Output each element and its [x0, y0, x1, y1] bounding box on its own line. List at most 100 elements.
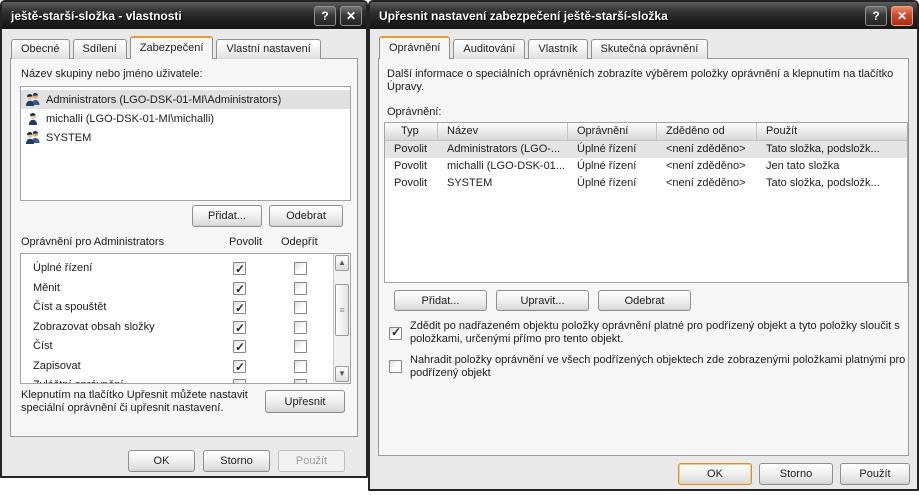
user-entry-label: Administrators (LGO-DSK-01-MI\Administra…: [46, 93, 282, 106]
remove-user-button[interactable]: Odebrat: [269, 205, 343, 227]
apply-button[interactable]: Použít: [840, 463, 910, 485]
cell-nazev: SYSTEM: [447, 177, 493, 189]
ok-button[interactable]: OK: [128, 450, 195, 472]
advanced-title: Upřesnit nastavení zabezpečení ještě-sta…: [379, 8, 668, 23]
deny-checkbox[interactable]: [294, 262, 307, 275]
permissions-list[interactable]: Úplné řízení Měnit Číst a spouštět Zobra…: [20, 253, 351, 384]
table-row[interactable]: Povolit Administrators (LGO-... Úplné ří…: [385, 141, 907, 158]
permissions-scrollbar[interactable]: ▲ ≡ ▼: [333, 254, 350, 383]
deny-checkbox[interactable]: [294, 301, 307, 314]
cancel-button[interactable]: Storno: [759, 463, 833, 485]
allow-checkbox[interactable]: [233, 338, 246, 358]
tab-opravneni[interactable]: Oprávnění: [379, 36, 451, 59]
tab-skutecna-opravneni[interactable]: Skutečná oprávnění: [590, 39, 709, 59]
replace-checkbox[interactable]: [389, 360, 402, 373]
advanced-tabstrip: Oprávnění Auditování Vlastník Skutečná o…: [379, 36, 709, 59]
group-icon: [26, 93, 40, 106]
allow-checkbox[interactable]: [233, 260, 246, 280]
tab-vlastnik[interactable]: Vlastník: [528, 39, 588, 59]
add-user-button[interactable]: Přidat...: [192, 205, 262, 227]
cell-typ: Povolit: [394, 160, 428, 172]
ok-button[interactable]: OK: [678, 463, 752, 485]
list-item[interactable]: michalli (LGO-DSK-01-MI\michalli): [21, 109, 350, 128]
permission-name: Zvláštní oprávnění: [33, 376, 124, 383]
permission-name: Měnit: [33, 281, 60, 294]
scroll-down-icon[interactable]: ▼: [335, 366, 349, 382]
apply-button: Použít: [278, 450, 345, 472]
allow-checkbox[interactable]: [233, 299, 246, 319]
close-icon[interactable]: ✕: [891, 5, 913, 26]
allow-checkbox[interactable]: [233, 319, 246, 338]
cancel-button[interactable]: Storno: [203, 450, 270, 472]
permission-name: Úplné řízení: [33, 262, 93, 274]
edit-entry-button[interactable]: Upravit...: [496, 290, 589, 311]
permission-row[interactable]: Zobrazovat obsah složky: [21, 318, 350, 338]
tab-vlastni-nastaveni[interactable]: Vlastní nastavení: [216, 39, 321, 59]
cell-nazev: michalli (LGO-DSK-01...: [447, 160, 565, 172]
permission-name: Číst: [33, 340, 53, 352]
user-group-list[interactable]: Administrators (LGO-DSK-01-MI\Administra…: [20, 86, 351, 201]
scroll-thumb[interactable]: ≡: [335, 284, 349, 336]
allow-column-header: Povolit: [229, 236, 263, 248]
cell-pouzit: Tato složka, podsložk...: [766, 143, 880, 155]
cell-pouzit: Tato složka, podsložk...: [766, 177, 880, 189]
deny-checkbox[interactable]: [294, 281, 307, 295]
description-text: Další informace o speciálních oprávněníc…: [387, 68, 894, 93]
permission-row[interactable]: Číst: [21, 337, 350, 358]
cell-nazev: Administrators (LGO-...: [447, 143, 561, 155]
permission-row[interactable]: Zvláštní oprávnění: [21, 376, 350, 383]
cell-zdedeno-od: <není zděděno>: [666, 160, 746, 172]
permission-row[interactable]: Číst a spouštět: [21, 298, 350, 319]
advanced-button[interactable]: Upřesnit: [265, 390, 345, 413]
cell-zdedeno-od: <není zděděno>: [666, 143, 746, 155]
permissions-label: Oprávnění:: [387, 106, 442, 118]
close-icon[interactable]: ✕: [340, 5, 362, 26]
inherit-checkbox-label: Zdědit po nadřazeném objektu položky opr…: [410, 320, 900, 345]
allow-checkbox[interactable]: [233, 379, 246, 383]
cell-opravneni: Úplné řízení: [577, 143, 637, 155]
tab-obecne[interactable]: Obecné: [11, 39, 70, 59]
permissions-for-label: Oprávnění pro Administrators: [21, 236, 165, 248]
list-item[interactable]: Administrators (LGO-DSK-01-MI\Administra…: [21, 90, 350, 109]
column-header-opravneni[interactable]: Oprávnění: [568, 123, 657, 140]
advanced-security-dialog: Upřesnit nastavení zabezpečení ještě-sta…: [368, 0, 919, 491]
user-icon: [29, 113, 37, 125]
group-list-label: Název skupiny nebo jméno uživatele:: [21, 68, 203, 80]
column-header-nazev[interactable]: Název: [438, 123, 568, 140]
permission-row[interactable]: Zapisovat: [21, 357, 350, 377]
column-header-zdedeno-od[interactable]: Zděděno od: [657, 123, 757, 140]
column-header-typ[interactable]: Typ: [385, 123, 438, 140]
add-entry-button[interactable]: Přidat...: [394, 290, 487, 311]
deny-checkbox[interactable]: [294, 320, 307, 334]
properties-title: ještě-starší-složka - vlastnosti: [11, 8, 182, 23]
tab-sdileni[interactable]: Sdílení: [72, 39, 127, 59]
help-button[interactable]: ?: [314, 5, 336, 26]
advanced-titlebar[interactable]: Upřesnit nastavení zabezpečení ještě-sta…: [370, 2, 917, 29]
table-row[interactable]: Povolit michalli (LGO-DSK-01... Úplné ří…: [385, 158, 907, 175]
table-row[interactable]: Povolit SYSTEM Úplné řízení <není zděděn…: [385, 175, 907, 192]
permission-row[interactable]: Měnit: [21, 279, 350, 299]
scroll-up-icon[interactable]: ▲: [335, 255, 349, 271]
cell-opravneni: Úplné řízení: [577, 177, 637, 189]
inherit-checkbox[interactable]: [389, 325, 402, 340]
permission-entries-table[interactable]: Typ Název Oprávnění Zděděno od Použít Po…: [384, 122, 908, 283]
tab-auditovani[interactable]: Auditování: [453, 39, 526, 59]
deny-checkbox[interactable]: [294, 359, 307, 373]
list-item[interactable]: SYSTEM: [21, 128, 350, 147]
user-entry-label: SYSTEM: [46, 131, 92, 144]
cell-pouzit: Jen tato složka: [766, 160, 840, 172]
permission-name: Zobrazovat obsah složky: [33, 320, 155, 333]
cell-zdedeno-od: <není zděděno>: [666, 177, 746, 189]
deny-checkbox[interactable]: [294, 340, 307, 353]
help-button[interactable]: ?: [865, 5, 887, 26]
tab-zabezpeceni[interactable]: Zabezpečení: [129, 36, 214, 59]
properties-dialog: ještě-starší-složka - vlastnosti ? ✕ Obe…: [0, 0, 368, 478]
allow-checkbox[interactable]: [233, 280, 246, 299]
table-header[interactable]: Typ Název Oprávnění Zděděno od Použít: [385, 123, 907, 141]
permission-row[interactable]: Úplné řízení: [21, 259, 350, 280]
allow-checkbox[interactable]: [233, 358, 246, 377]
remove-entry-button[interactable]: Odebrat: [598, 290, 691, 311]
column-header-pouzit[interactable]: Použít: [757, 123, 907, 140]
deny-checkbox[interactable]: [294, 379, 307, 383]
properties-titlebar[interactable]: ještě-starší-složka - vlastnosti ? ✕: [2, 2, 366, 29]
